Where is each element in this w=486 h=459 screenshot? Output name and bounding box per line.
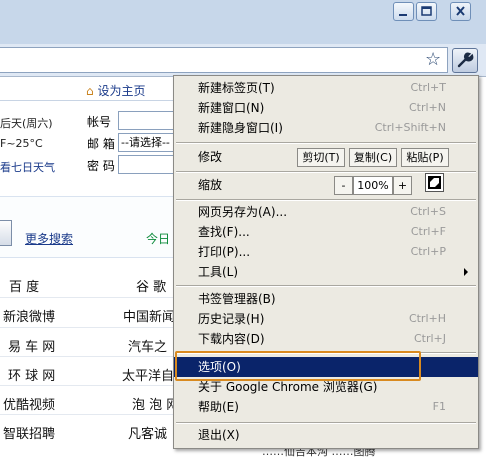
today-label: 今日 — [146, 232, 171, 246]
menu-item-shortcut: F1 — [432, 400, 446, 413]
edit-label: 修改 — [198, 150, 223, 164]
menu-item-label: 网页另存为(A)... — [198, 205, 288, 219]
set-homepage-label: 设为主页 — [97, 84, 146, 98]
menu-item-downloads[interactable]: 下载内容(D) Ctrl+J — [174, 329, 478, 349]
password-label: 密 码 — [87, 159, 115, 173]
account-input[interactable] — [118, 111, 176, 130]
wrench-icon — [457, 52, 474, 68]
row-divider — [0, 414, 175, 415]
row-divider — [0, 356, 175, 357]
maximize-icon — [421, 6, 432, 16]
menu-item-shortcut: Ctrl+Shift+N — [374, 121, 446, 134]
minimize-button[interactable] — [393, 2, 414, 21]
site-link-chinanews[interactable]: 中国新闻 — [123, 306, 175, 325]
zoom-label: 缩放 — [198, 178, 223, 192]
copy-button[interactable]: 复制(C) — [349, 148, 397, 167]
menu-item-shortcut: Ctrl+S — [410, 205, 446, 218]
close-icon — [456, 6, 465, 16]
menu-item-new-window[interactable]: 新建窗口(N) Ctrl+N — [174, 98, 478, 118]
more-search-link[interactable]: 更多搜索 — [25, 230, 73, 247]
site-link-zhaopin[interactable]: 智联招聘 — [3, 423, 55, 442]
submenu-arrow-icon — [464, 268, 468, 276]
menu-item-shortcut: Ctrl+T — [410, 81, 446, 94]
menu-separator — [176, 142, 476, 144]
zoom-out-button[interactable]: - — [334, 176, 353, 195]
options-highlight-box — [175, 351, 421, 381]
menu-item-shortcut: Ctrl+N — [408, 101, 446, 114]
menu-item-help[interactable]: 帮助(E) F1 — [174, 397, 478, 417]
site-link-autohome[interactable]: 汽车之 — [128, 336, 167, 355]
menu-item-label: 新建标签页(T) — [198, 81, 275, 95]
address-bar[interactable] — [0, 47, 448, 73]
weather-week-link[interactable]: 看七日天气 — [0, 159, 55, 175]
menu-item-shortcut: Ctrl+F — [410, 225, 446, 238]
bookmark-star-icon[interactable]: ☆ — [425, 50, 441, 70]
row-divider — [0, 327, 175, 328]
house-icon: ⌂ — [86, 84, 94, 98]
menu-item-label: 新建窗口(N) — [198, 101, 265, 115]
header-divider — [0, 100, 175, 101]
site-link-huanqiu[interactable]: 环 球 网 — [8, 365, 55, 384]
menu-item-label: 查找(F)... — [198, 225, 250, 239]
close-button[interactable] — [450, 2, 471, 21]
menu-item-new-tab[interactable]: 新建标签页(T) Ctrl+T — [174, 78, 478, 98]
search-area — [0, 196, 175, 258]
site-link-youku[interactable]: 优酷视频 — [3, 394, 55, 413]
cut-button[interactable]: 剪切(T) — [297, 148, 345, 167]
row-divider — [0, 297, 175, 298]
site-link-baidu[interactable]: 百 度 — [9, 276, 39, 295]
menu-item-bookmark-manager[interactable]: 书签管理器(B) — [174, 289, 478, 309]
account-label: 帐号 — [87, 115, 112, 129]
menu-item-shortcut: Ctrl+J — [413, 332, 446, 345]
menu-item-label: 打印(P)... — [198, 245, 251, 259]
site-link-yiche[interactable]: 易 车 网 — [8, 336, 55, 355]
zoom-in-button[interactable]: + — [393, 176, 412, 195]
search-button[interactable] — [0, 220, 12, 246]
wrench-dropdown-menu: 新建标签页(T) Ctrl+T 新建窗口(N) Ctrl+N 新建隐身窗口(I)… — [173, 75, 479, 449]
menu-item-shortcut: Ctrl+P — [410, 245, 446, 258]
wrench-menu-button[interactable] — [452, 48, 478, 73]
menu-item-find[interactable]: 查找(F)... Ctrl+F — [174, 222, 478, 242]
site-link-vancl[interactable]: 凡客诚 — [128, 423, 167, 442]
menu-separator — [176, 199, 476, 201]
set-homepage-link[interactable]: ⌂ 设为主页 — [86, 82, 145, 99]
menu-item-new-incognito-window[interactable]: 新建隐身窗口(I) Ctrl+Shift+N — [174, 118, 478, 138]
site-link-google[interactable]: 谷 歌 — [136, 276, 166, 295]
row-divider — [0, 385, 175, 386]
menu-item-label: 新建隐身窗口(I) — [198, 121, 283, 135]
mailbox-select[interactable]: --请选择-- — [118, 133, 176, 152]
weather-temp: F~25°C — [0, 137, 43, 150]
menu-item-tools[interactable]: 工具(L) — [174, 262, 478, 282]
maximize-button[interactable] — [416, 2, 437, 21]
site-link-pconline[interactable]: 太平洋自 — [122, 365, 174, 384]
menu-item-shortcut: Ctrl+H — [408, 312, 446, 325]
password-input[interactable] — [118, 155, 176, 174]
menu-separator — [176, 285, 476, 287]
minimize-icon — [399, 14, 407, 16]
menu-item-label: 帮助(E) — [198, 400, 239, 414]
menu-item-save-page[interactable]: 网页另存为(A)... Ctrl+S — [174, 202, 478, 222]
menu-separator — [176, 422, 476, 424]
weather-day: 后天(周六) — [0, 117, 53, 130]
menu-item-history[interactable]: 历史记录(H) Ctrl+H — [174, 309, 478, 329]
fullscreen-glyph — [428, 176, 441, 189]
fullscreen-icon[interactable] — [425, 173, 444, 192]
menu-item-label: 下载内容(D) — [198, 332, 265, 346]
zoom-level: 100% — [353, 176, 393, 195]
site-link-weibo[interactable]: 新浪微博 — [3, 306, 55, 325]
mailbox-label: 邮 箱 — [87, 137, 115, 151]
paste-button[interactable]: 粘贴(P) — [401, 148, 449, 167]
menu-item-label: 工具(L) — [198, 265, 239, 279]
menu-item-exit[interactable]: 退出(X) — [174, 425, 478, 445]
menu-item-label: 退出(X) — [198, 428, 240, 442]
menu-item-label: 历史记录(H) — [198, 312, 265, 326]
menu-item-print[interactable]: 打印(P)... Ctrl+P — [174, 242, 478, 262]
menu-item-label: 书签管理器(B) — [198, 292, 276, 306]
